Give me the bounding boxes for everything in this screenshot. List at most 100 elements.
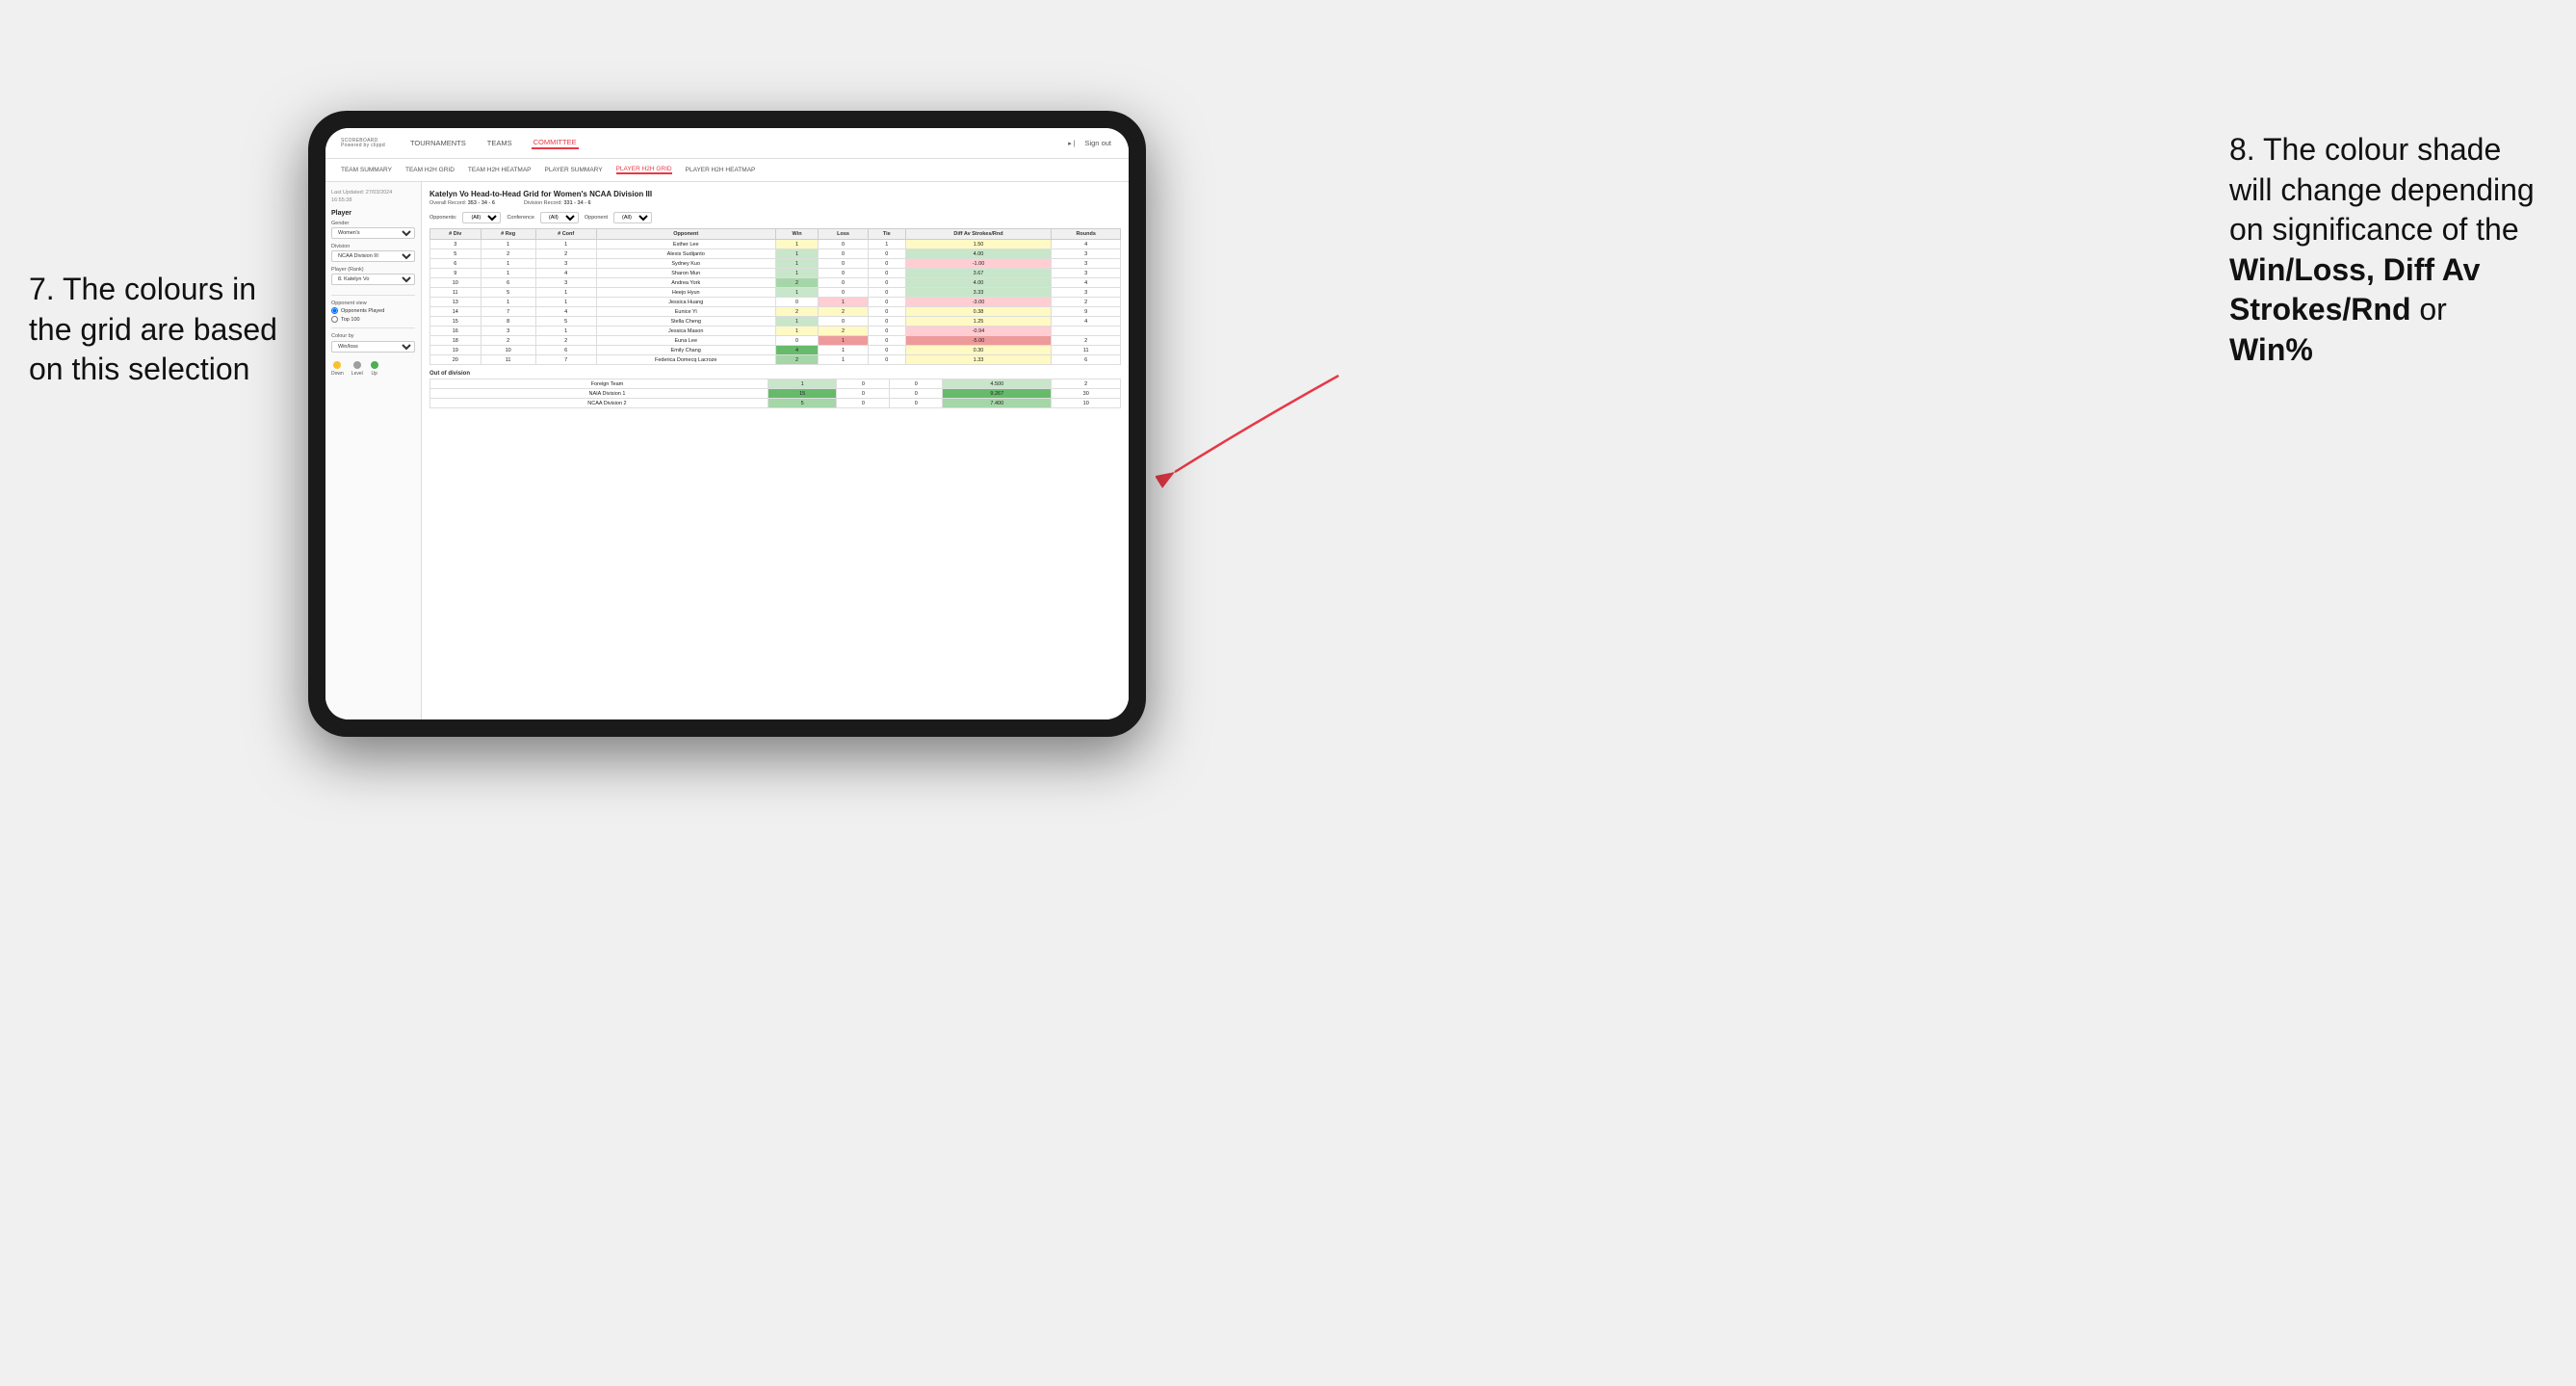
table-row: 13 1 1 Jessica Huang 0 1 0 -3.00 2 <box>430 298 1121 307</box>
division-record: Division Record: 331 - 34 - 6 <box>524 200 591 206</box>
annotation-right: 8. The colour shade will change dependin… <box>2229 130 2537 371</box>
cell-conf: 1 <box>535 327 596 336</box>
cell-opponent: Sharon Mun <box>596 269 775 278</box>
cell-diff: 1.33 <box>905 355 1052 365</box>
cell-diff: 3.67 <box>905 269 1052 278</box>
cell-div: 3 <box>430 240 481 249</box>
cell-diff: -3.00 <box>905 298 1052 307</box>
cell-out-diff: 7.400 <box>943 399 1052 408</box>
cell-win: 2 <box>775 307 818 317</box>
opponent-filter-label: Opponent <box>585 215 608 221</box>
cell-reg: 1 <box>481 240 535 249</box>
cell-loss: 0 <box>819 269 869 278</box>
cell-out-diff: 9.267 <box>943 389 1052 399</box>
opponents-filter-select[interactable]: (All) <box>462 212 501 223</box>
cell-out-win: 15 <box>768 389 837 399</box>
cell-diff: -0.94 <box>905 327 1052 336</box>
table-row: 15 8 5 Stella Cheng 1 0 0 1.25 4 <box>430 317 1121 327</box>
cell-rounds <box>1052 327 1121 336</box>
cell-reg: 5 <box>481 288 535 298</box>
nav-tournaments[interactable]: TOURNAMENTS <box>408 139 468 147</box>
nav-committee[interactable]: COMMITTEE <box>532 138 579 149</box>
sidebar-colour-by-select[interactable]: Win/loss <box>331 341 415 353</box>
app-logo: SCOREBOARD Powered by clippd <box>341 139 385 148</box>
legend-level: Level <box>351 361 363 377</box>
cell-opponent: Emily Chang <box>596 346 775 355</box>
cell-win: 1 <box>775 317 818 327</box>
cell-tie: 0 <box>868 307 905 317</box>
sub-nav-player-summary[interactable]: PLAYER SUMMARY <box>545 167 603 173</box>
cell-conf: 6 <box>535 346 596 355</box>
col-div: # Div <box>430 229 481 240</box>
sidebar-division-label: Division <box>331 244 415 249</box>
cell-out-opponent: NAIA Division 1 <box>430 389 768 399</box>
cell-diff: 1.25 <box>905 317 1052 327</box>
cell-out-win: 1 <box>768 379 837 389</box>
nav-teams[interactable]: TEAMS <box>485 139 514 147</box>
nav-links: TOURNAMENTS TEAMS COMMITTEE <box>408 138 1068 149</box>
cell-out-opponent: Foreign Team <box>430 379 768 389</box>
cell-win: 2 <box>775 278 818 288</box>
sidebar-top100[interactable]: Top 100 <box>331 316 415 323</box>
sub-nav-player-h2h-grid[interactable]: PLAYER H2H GRID <box>616 166 672 174</box>
cell-rounds: 3 <box>1052 288 1121 298</box>
cell-out-loss: 0 <box>837 379 890 389</box>
grid-area: Katelyn Vo Head-to-Head Grid for Women's… <box>422 182 1129 719</box>
sidebar-opponents-played[interactable]: Opponents Played <box>331 307 415 314</box>
cell-out-tie: 0 <box>890 379 943 389</box>
cell-div: 5 <box>430 249 481 259</box>
table-row: 6 1 3 Sydney Kuo 1 0 0 -1.00 3 <box>430 259 1121 269</box>
cell-opponent: Jessica Huang <box>596 298 775 307</box>
main-data-table: # Div # Reg # Conf Opponent Win Loss Tie… <box>429 228 1121 365</box>
sidebar-player-section: Player <box>331 210 415 217</box>
cell-opponent: Euna Lee <box>596 336 775 346</box>
sub-nav-team-h2h-grid[interactable]: TEAM H2H GRID <box>405 167 455 173</box>
cell-diff: 0.30 <box>905 346 1052 355</box>
cell-reg: 7 <box>481 307 535 317</box>
legend-up-dot <box>371 361 378 369</box>
legend-level-dot <box>353 361 361 369</box>
sidebar-gender-select[interactable]: Women's <box>331 227 415 239</box>
cell-tie: 1 <box>868 240 905 249</box>
sidebar-player-rank-select[interactable]: 8. Katelyn Vo <box>331 274 415 285</box>
cell-reg: 2 <box>481 336 535 346</box>
cell-opponent: Esther Lee <box>596 240 775 249</box>
cell-conf: 2 <box>535 336 596 346</box>
cell-diff: 4.00 <box>905 278 1052 288</box>
cell-div: 13 <box>430 298 481 307</box>
cell-diff: -1.00 <box>905 259 1052 269</box>
cell-loss: 0 <box>819 317 869 327</box>
sub-nav: TEAM SUMMARY TEAM H2H GRID TEAM H2H HEAT… <box>325 159 1129 182</box>
opponent-filter-select[interactable]: (All) <box>613 212 652 223</box>
cell-out-loss: 0 <box>837 389 890 399</box>
sub-nav-team-summary[interactable]: TEAM SUMMARY <box>341 167 392 173</box>
table-row: NCAA Division 2 5 0 0 7.400 10 <box>430 399 1121 408</box>
table-row: 18 2 2 Euna Lee 0 1 0 -5.00 2 <box>430 336 1121 346</box>
cell-rounds: 2 <box>1052 298 1121 307</box>
cell-div: 14 <box>430 307 481 317</box>
nav-sign-out[interactable]: Sign out <box>1082 139 1113 147</box>
cell-div: 15 <box>430 317 481 327</box>
cell-reg: 1 <box>481 269 535 278</box>
cell-div: 10 <box>430 278 481 288</box>
cell-out-win: 5 <box>768 399 837 408</box>
cell-win: 2 <box>775 355 818 365</box>
sidebar-division-select[interactable]: NCAA Division III <box>331 250 415 262</box>
cell-tie: 0 <box>868 259 905 269</box>
col-conf: # Conf <box>535 229 596 240</box>
cell-rounds: 3 <box>1052 259 1121 269</box>
cell-loss: 2 <box>819 327 869 336</box>
cell-diff: 0.38 <box>905 307 1052 317</box>
sub-nav-player-h2h-heatmap[interactable]: PLAYER H2H HEATMAP <box>686 167 756 173</box>
table-row: 10 6 3 Andrea York 2 0 0 4.00 4 <box>430 278 1121 288</box>
sidebar-colour-by-label: Colour by <box>331 333 415 339</box>
annotation-left: 7. The colours in the grid are based on … <box>29 270 289 390</box>
cell-out-rounds: 2 <box>1052 379 1121 389</box>
cell-out-tie: 0 <box>890 389 943 399</box>
sub-nav-team-h2h-heatmap[interactable]: TEAM H2H HEATMAP <box>468 167 532 173</box>
table-row: 19 10 6 Emily Chang 4 1 0 0.30 11 <box>430 346 1121 355</box>
col-loss: Loss <box>819 229 869 240</box>
cell-opponent: Stella Cheng <box>596 317 775 327</box>
conference-filter-select[interactable]: (All) <box>540 212 579 223</box>
cell-div: 6 <box>430 259 481 269</box>
